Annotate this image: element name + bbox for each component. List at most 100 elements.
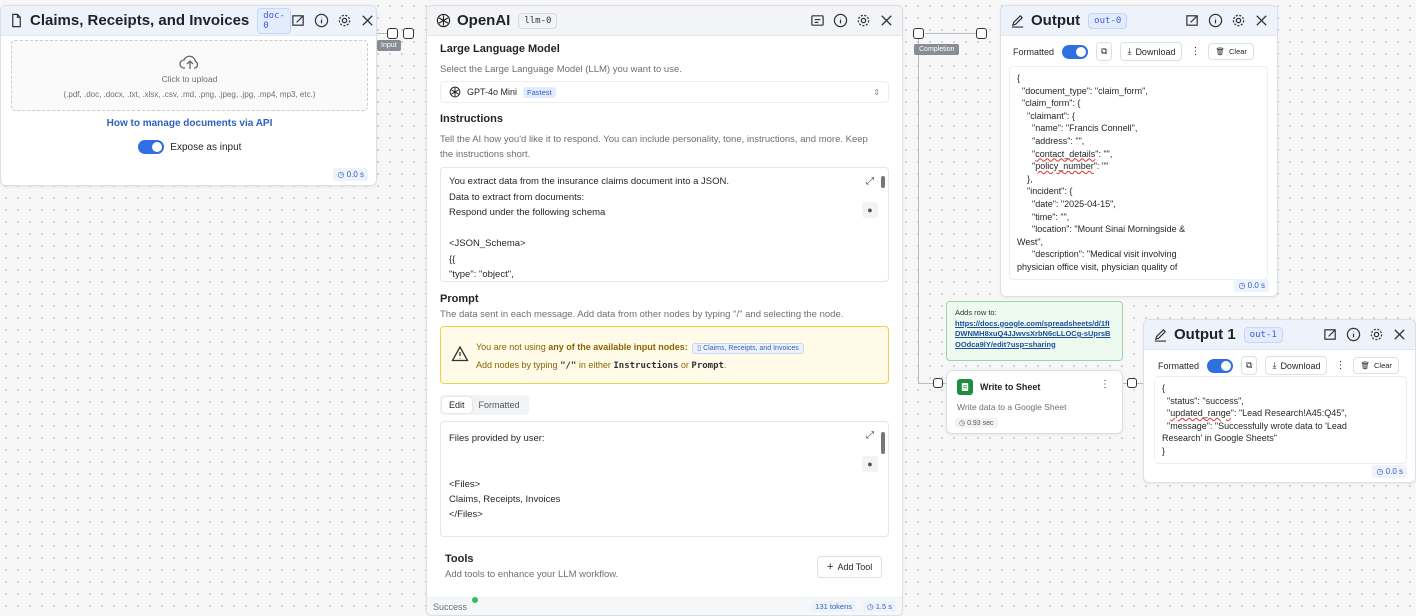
instructions-title: Instructions [440, 113, 503, 125]
prompt-tabs: Edit Formatted [440, 395, 529, 415]
tab-edit[interactable]: Edit [442, 397, 472, 413]
input-warning: You are not using any of the available i… [440, 326, 889, 384]
more-icon[interactable]: ⋮ [1190, 46, 1200, 57]
close-icon[interactable] [878, 13, 894, 29]
clear-button[interactable]: 🗑 Clear [1208, 43, 1254, 60]
llm-input-port[interactable] [403, 28, 414, 39]
sheet-node-title: Write to Sheet [980, 382, 1041, 392]
edge-completion-down [918, 38, 919, 383]
scrollbar[interactable] [881, 432, 885, 454]
output1-node-header[interactable]: Output 1 out-1 [1144, 320, 1415, 350]
warning-line-2: Add nodes by typing "/" in either Instru… [476, 360, 726, 371]
download-label: Download [1280, 360, 1321, 371]
warning-instructions: Instructions [613, 361, 679, 371]
llm-node-header[interactable]: OpenAI llm-0 [427, 6, 902, 36]
expand-icon[interactable]: ⤢ [866, 428, 874, 444]
copy-button[interactable]: ⧉ [1241, 356, 1258, 375]
llm-output-port[interactable] [913, 28, 924, 39]
plus-icon: + [827, 561, 834, 573]
output1-toolbar: Formatted ⧉ ⤓ Download ⋮ 🗑 Clear [1158, 356, 1399, 375]
output1-content[interactable]: { "status": "success", "updated_range": … [1154, 376, 1407, 464]
mic-icon[interactable]: ● [862, 456, 878, 472]
formatted-toggle[interactable] [1207, 358, 1234, 373]
gear-icon[interactable] [1230, 13, 1246, 29]
clear-label: Clear [1374, 361, 1392, 370]
tools-title: Tools [445, 553, 474, 565]
info-icon[interactable] [314, 13, 330, 29]
download-button[interactable]: ⤓ Download [1265, 356, 1328, 375]
sheet-note: Adds row to: https://docs.google.com/spr… [946, 301, 1123, 361]
info-icon[interactable] [1345, 327, 1361, 343]
gear-icon[interactable] [855, 13, 871, 29]
warning-prompt: Prompt [691, 361, 724, 371]
close-icon[interactable] [1391, 327, 1407, 343]
sheet-input-port[interactable] [933, 378, 943, 388]
scrollbar[interactable] [881, 176, 885, 188]
edit-icon[interactable] [1184, 13, 1200, 29]
llm-node[interactable]: OpenAI llm-0 Large Language Model Select… [426, 5, 903, 616]
edit-icon[interactable] [1322, 327, 1338, 343]
output-toolbar: Formatted ⧉ ⤓ Download ⋮ 🗑 Clear [1013, 42, 1254, 61]
warning-prefix: You are not using [476, 342, 549, 352]
status-text: Success [433, 602, 468, 612]
output-content[interactable]: { "document_type": "claim_form", "claim_… [1009, 66, 1268, 280]
add-tool-label: Add Tool [837, 562, 873, 572]
gear-icon[interactable] [337, 13, 353, 29]
warning-line2-b: in either [576, 360, 614, 370]
upload-cloud-icon [178, 53, 201, 71]
formatted-toggle[interactable] [1062, 44, 1089, 59]
edit-icon[interactable] [291, 13, 307, 29]
prompt-title: Prompt [440, 293, 479, 305]
warning-bold: any of the available input nodes: [548, 342, 688, 352]
warning-node-chip[interactable]: ▯ Claims, Receipts, and Invoices [692, 343, 804, 354]
sheet-note-label: Adds row to: [955, 308, 997, 317]
pencil-icon [1009, 13, 1025, 29]
info-icon[interactable] [1207, 13, 1223, 29]
expose-toggle[interactable] [137, 140, 164, 154]
tab-formatted[interactable]: Formatted [472, 397, 527, 413]
document-node[interactable]: Claims, Receipts, and Invoices doc-0 Cli… [0, 5, 377, 186]
output-input-port[interactable] [976, 28, 987, 39]
completion-port-label: Completion [914, 44, 960, 55]
expand-icon[interactable]: ⤢ [866, 174, 874, 190]
notes-icon[interactable] [809, 13, 825, 29]
add-tool-button[interactable]: + Add Tool [817, 556, 883, 578]
model-section-title: Large Language Model [440, 43, 560, 55]
sheet-node[interactable]: Write to Sheet ⋮ Write data to a Google … [946, 370, 1123, 434]
model-select[interactable]: GPT-4o Mini Fastest ⇕ [440, 81, 889, 103]
output1-node[interactable]: Output 1 out-1 Formatted ⧉ ⤓ Download ⋮ 🗑… [1143, 319, 1416, 483]
json-policy-key: policy_number [1035, 161, 1094, 172]
output-node[interactable]: Output out-0 Formatted ⧉ ⤓ Download ⋮ 🗑 Cl… [1000, 5, 1278, 297]
model-name: GPT-4o Mini [467, 87, 518, 97]
warning-or: or [678, 360, 692, 370]
json1-range-key: updated_range [1170, 408, 1231, 419]
document-output-port[interactable] [387, 28, 398, 39]
more-icon[interactable]: ⋮ [1100, 379, 1110, 390]
warning-line-1: You are not using any of the available i… [476, 342, 804, 354]
info-icon[interactable] [832, 13, 848, 29]
api-docs-link[interactable]: How to manage documents via API [1, 118, 376, 129]
clear-button[interactable]: 🗑 Clear [1353, 357, 1399, 374]
gear-icon[interactable] [1368, 327, 1384, 343]
mic-icon[interactable]: ● [862, 202, 878, 218]
warning-slash: "/" [560, 361, 577, 371]
close-icon[interactable] [360, 13, 376, 29]
prompt-desc: The data sent in each message. Add data … [440, 309, 844, 320]
prompt-text: Files provided by user: <Files> Claims, … [449, 433, 561, 521]
download-button[interactable]: ⤓ Download [1120, 42, 1183, 61]
document-node-header[interactable]: Claims, Receipts, and Invoices doc-0 [1, 6, 376, 36]
close-icon[interactable] [1253, 13, 1269, 29]
sheet-output-port[interactable] [1127, 378, 1137, 388]
copy-button[interactable]: ⧉ [1096, 42, 1113, 61]
output-node-header[interactable]: Output out-0 [1001, 6, 1277, 36]
output1-node-tag: out-1 [1243, 326, 1283, 343]
upload-dropzone[interactable]: Click to upload (.pdf, .doc, .docx, .txt… [11, 40, 368, 111]
output-node-title: Output [1031, 12, 1081, 29]
sheet-note-url[interactable]: https://docs.google.com/spreadsheets/d/1… [955, 319, 1114, 351]
download-icon: ⤓ [1127, 46, 1132, 56]
more-icon[interactable]: ⋮ [1335, 360, 1345, 371]
document-node-time: ◷ 0.0 s [333, 168, 368, 181]
prompt-textarea[interactable]: Files provided by user: <Files> Claims, … [440, 421, 889, 537]
instructions-textarea[interactable]: You extract data from the insurance clai… [440, 167, 889, 282]
llm-status-bar: Success 131 tokens ◷ 1.5 s [427, 597, 902, 615]
